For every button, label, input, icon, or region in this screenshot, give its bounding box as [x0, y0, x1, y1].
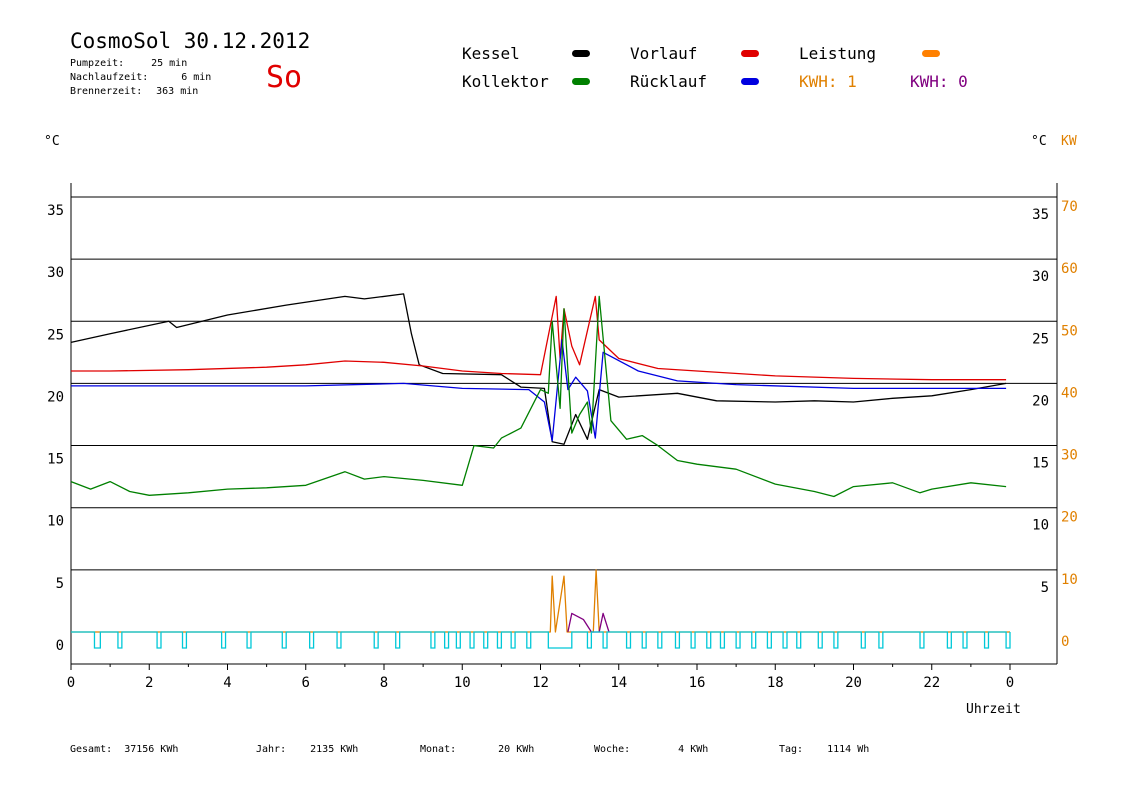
y2-tick-10: 10: [1061, 572, 1078, 588]
total-year-label: Jahr:: [256, 744, 287, 755]
temperature-chart: 3530252015105035302520151057060504030201…: [47, 183, 1078, 691]
total-week: Woche: 4 KWh: [594, 744, 708, 755]
y-tick-left-10: 10: [47, 514, 64, 530]
y2-tick-60: 60: [1061, 261, 1078, 277]
x-tick-2-1: 2: [145, 675, 153, 691]
x-axis-label: Uhrzeit: [966, 702, 1021, 717]
series-line-leistung: [71, 569, 1010, 633]
x-tick-8-4: 8: [380, 675, 388, 691]
pump-pulse-line: [71, 631, 1011, 649]
series-line-r-cklauf: [71, 339, 1007, 442]
series-line-kollektor: [70, 295, 1007, 498]
x-tick-4-2: 4: [223, 675, 231, 691]
total-week-label: Woche:: [594, 744, 631, 755]
x-tick-6-3: 6: [302, 675, 310, 691]
x-tick-12-6: 12: [532, 675, 549, 691]
y-tick-right-20: 20: [1032, 393, 1049, 409]
y-tick-left-5: 5: [56, 576, 64, 592]
y-tick-left-35: 35: [47, 203, 64, 219]
total-month: Monat: 20 KWh: [420, 744, 534, 755]
y-tick-right-15: 15: [1032, 456, 1049, 472]
total-month-label: Monat:: [420, 744, 457, 755]
y-tick-left-30: 30: [47, 265, 64, 281]
y-tick-left-25: 25: [47, 327, 64, 343]
total-day-label: Tag:: [779, 744, 804, 755]
y2-tick-0: 0: [1061, 634, 1069, 650]
total-year-value: 2135 KWh: [310, 744, 359, 755]
x-tick-18-9: 18: [767, 675, 784, 691]
y-tick-left-15: 15: [47, 452, 64, 468]
x-tick-0-12: 0: [1006, 675, 1014, 691]
y-tick-right-25: 25: [1032, 331, 1049, 347]
y-tick-right-35: 35: [1032, 207, 1049, 223]
y-tick-right-5: 5: [1041, 580, 1049, 596]
y2-tick-50: 50: [1061, 323, 1078, 339]
y-tick-right-30: 30: [1032, 269, 1049, 285]
y-tick-left-0: 0: [56, 638, 64, 654]
total-month-value: 20 KWh: [498, 744, 535, 755]
total-overall-value: 37156 KWh: [124, 744, 179, 755]
y2-tick-40: 40: [1061, 385, 1078, 401]
y-tick-left-20: 20: [47, 389, 64, 405]
series-line-series-5: [567, 612, 610, 633]
total-day: Tag: 1114 Wh: [779, 744, 869, 755]
series-line-vorlauf: [71, 295, 1007, 381]
total-overall: Gesamt: 37156 KWh: [70, 744, 178, 755]
total-year: Jahr: 2135 KWh: [256, 744, 358, 755]
x-tick-16-8: 16: [689, 675, 706, 691]
y2-tick-20: 20: [1061, 510, 1078, 526]
x-tick-0-0: 0: [67, 675, 75, 691]
x-tick-20-10: 20: [845, 675, 862, 691]
x-tick-10-5: 10: [454, 675, 471, 691]
total-day-value: 1114 Wh: [827, 744, 870, 755]
y2-tick-30: 30: [1061, 448, 1078, 464]
total-overall-label: Gesamt:: [70, 744, 113, 755]
total-week-value: 4 KWh: [678, 744, 709, 755]
x-tick-22-11: 22: [923, 675, 940, 691]
y-tick-right-10: 10: [1032, 518, 1049, 534]
x-tick-14-7: 14: [610, 675, 627, 691]
y2-tick-70: 70: [1061, 199, 1078, 215]
